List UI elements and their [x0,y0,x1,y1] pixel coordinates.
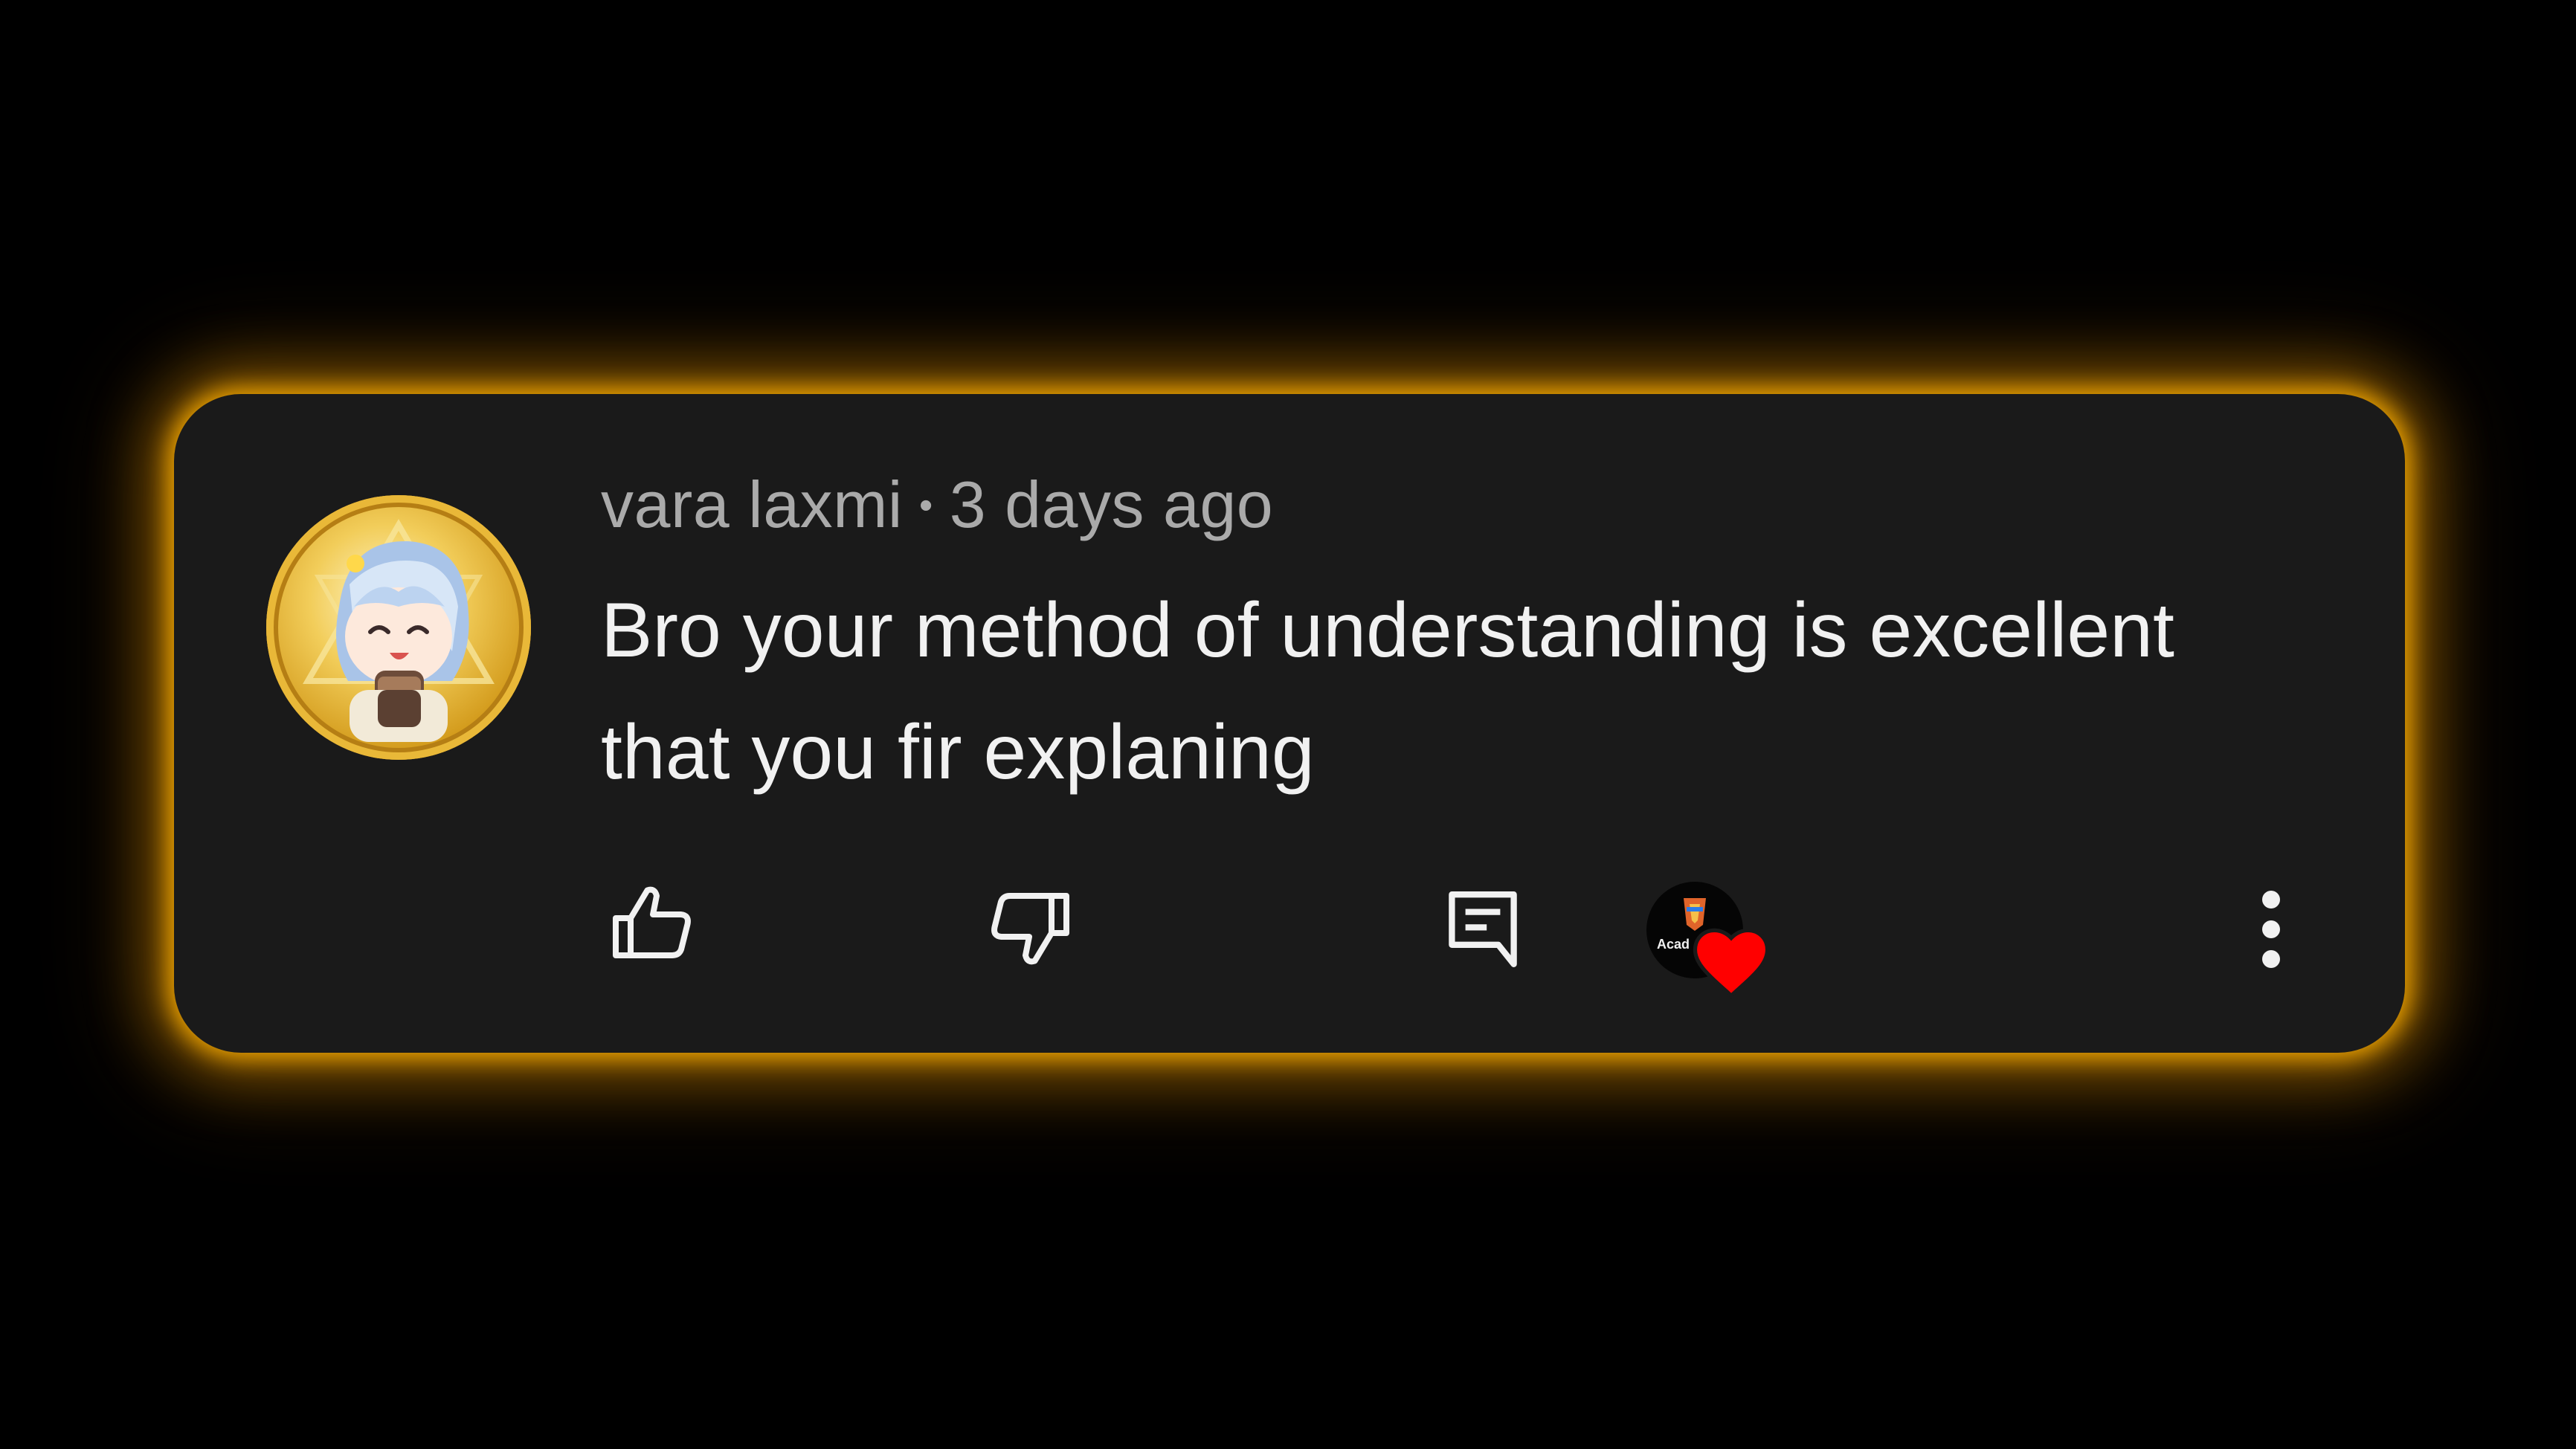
comment-meta: vara laxmi • 3 days ago [601,467,1273,543]
comment-timestamp[interactable]: 3 days ago [950,468,1274,541]
meta-separator: • [918,484,933,527]
like-button[interactable] [601,870,705,974]
thumbs-up-icon [613,886,691,958]
author-name[interactable]: vara laxmi [601,468,903,541]
more-options-button[interactable] [2212,870,2331,989]
comment-body: Bro your method of understanding is exce… [601,587,2174,796]
heart-icon [1693,928,1770,998]
avatar-illustration [303,519,495,742]
dislike-button[interactable] [977,877,1081,981]
commenter-avatar[interactable] [266,495,531,760]
vertical-dots-icon [2262,891,2280,968]
page-background: vara laxmi • 3 days ago Bro your method of… [0,0,2576,1449]
creator-avatar-label: Acad [1657,937,1690,952]
comment-reply-icon [1449,891,1517,967]
thumbs-down-icon [991,893,1069,965]
reply-button[interactable] [1431,877,1535,981]
comment-card: vara laxmi • 3 days ago Bro your method of… [174,394,2405,1053]
creator-heart-badge: Acad [1646,882,1795,1016]
